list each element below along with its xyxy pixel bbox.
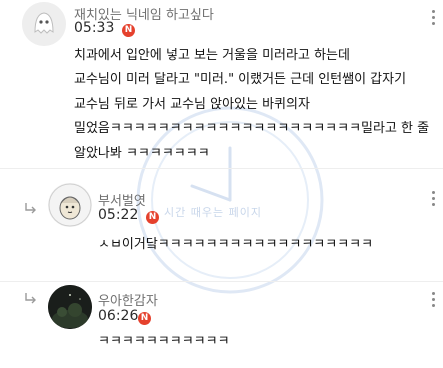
avatar[interactable] (48, 183, 92, 227)
comment-body: ㅋㅋㅋㅋㅋㅋㅋㅋㅋㅋㅋ (98, 334, 230, 349)
ghost-avatar-icon (22, 2, 66, 46)
new-badge: N (138, 312, 151, 325)
comment-line: 밀었음ㅋㅋㅋㅋㅋㅋㅋㅋㅋㅋㅋㅋㅋㅋㅋㅋㅋㅋㅋㅋㅋ밀라고 한 줄 (74, 121, 430, 137)
reply-arrow-icon (25, 293, 36, 304)
timestamp: 05:22 (98, 207, 139, 223)
night-photo-avatar (48, 285, 92, 329)
timestamp: 05:33 (74, 20, 115, 36)
more-vertical-icon (432, 191, 435, 194)
more-options-button[interactable] (432, 292, 436, 310)
reply-item: 우아한감자 06:26 N ㅋㅋㅋㅋㅋㅋㅋㅋㅋㅋㅋ (0, 281, 443, 368)
comment-line: 교수님 뒤로 가서 교수님 앉아있는 바퀴의자 (74, 96, 310, 112)
comment-body: 치과에서 입안에 넣고 보는 거울을 미러라고 하는데 교수님이 미러 달라고 … (74, 44, 429, 166)
more-options-button[interactable] (432, 10, 436, 28)
author-name[interactable]: 우아한감자 (98, 290, 158, 309)
comment-body: ㅅㅂ이거닼ㅋㅋㅋㅋㅋㅋㅋㅋㅋㅋㅋㅋㅋㅋㅋㅋㅋㅋ (98, 237, 374, 252)
character-avatar-icon (48, 183, 92, 227)
new-badge: N (146, 211, 159, 224)
comment-line: 교수님이 미러 달라고 "미러." 이랬거든 근데 인턴쌤이 갑자기 (74, 72, 407, 88)
more-vertical-icon (432, 10, 435, 13)
reply-item: 부서벌엿 05:22 N ㅅㅂ이거닼ㅋㅋㅋㅋㅋㅋㅋㅋㅋㅋㅋㅋㅋㅋㅋㅋㅋㅋ (0, 168, 443, 281)
avatar[interactable] (22, 2, 66, 46)
more-options-button[interactable] (432, 191, 436, 209)
more-vertical-icon (432, 292, 435, 295)
avatar[interactable] (48, 285, 92, 329)
comment-line: 치과에서 입안에 넣고 보는 거울을 미러라고 하는데 (74, 48, 350, 63)
timestamp: 06:26 (98, 308, 139, 324)
comment-line: 알았나봐 ㅋㅋㅋㅋㅋㅋㅋ (74, 145, 210, 161)
new-badge: N (122, 24, 135, 37)
comment-item: 재치있는 닉네임 하고싶다 05:33 N 치과에서 입안에 넣고 보는 거울을… (0, 0, 443, 166)
reply-arrow-icon (25, 203, 36, 214)
